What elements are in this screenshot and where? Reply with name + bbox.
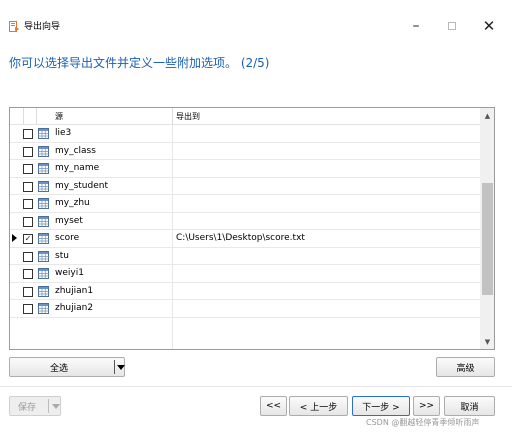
split-divider [48, 399, 49, 413]
table-icon [38, 128, 49, 139]
table-icon [38, 198, 49, 209]
table-row[interactable]: zhujian1 [10, 283, 480, 300]
advanced-button[interactable]: 高级 [436, 357, 495, 377]
row-checkbox[interactable] [23, 199, 33, 209]
row-checkbox[interactable] [23, 304, 33, 314]
select-all-button[interactable]: 全选 [9, 357, 125, 377]
table-row[interactable]: my_name [10, 160, 480, 178]
previous-step-button[interactable]: < 上一步 [289, 396, 348, 416]
first-step-button[interactable]: << [260, 396, 287, 416]
advanced-label: 高级 [456, 363, 475, 374]
table-icon [38, 268, 49, 279]
row-destination[interactable]: C:\Users\1\Desktop\score.txt [176, 233, 305, 244]
close-icon: ✕ [482, 17, 496, 35]
table-icon [38, 285, 49, 297]
table-row[interactable]: weiyi1 [10, 265, 480, 283]
row-source-name: stu [55, 250, 69, 261]
row-checkbox[interactable] [23, 181, 33, 192]
split-divider [114, 360, 115, 374]
vertical-scrollbar[interactable]: ▲ ▼ [480, 108, 494, 349]
row-checkbox[interactable] [23, 286, 33, 297]
row-source-name: lie3 [55, 128, 72, 138]
close-button[interactable]: ✕ [474, 14, 504, 38]
title-bar: 导出向导 – ✕ [0, 0, 512, 40]
last-step-button[interactable]: >> [413, 396, 440, 416]
scrollbar-thumb[interactable] [482, 183, 493, 295]
previous-step-label: < 上一步 [299, 402, 338, 413]
step-description: 你可以选择导出文件并定义一些附加选项。 (2/5) [9, 56, 270, 70]
header-divider[interactable] [172, 108, 173, 125]
chevron-up-icon: ▲ [484, 111, 491, 120]
row-source-name: score [55, 233, 80, 243]
table-row[interactable]: zhujian2 [10, 300, 480, 318]
dropdown-arrow-icon[interactable] [117, 365, 125, 370]
table-row[interactable]: ✓ score C:\Users\1\Desktop\score.txt [10, 230, 480, 248]
row-source-name: my_zhu [55, 198, 90, 208]
table-icon [38, 180, 49, 192]
row-source-name: my_student [55, 180, 108, 191]
table-row[interactable]: lie3 [10, 125, 480, 143]
watermark-text: CSDN @翻越轻停青季倾听雨声 [366, 418, 480, 427]
chevron-down-icon: ▼ [484, 337, 491, 346]
row-checkbox[interactable] [23, 146, 33, 157]
row-source-name: weiyi1 [55, 268, 84, 278]
window-title: 导出向导 [24, 22, 61, 32]
row-checkbox[interactable] [23, 216, 33, 227]
row-checkbox[interactable] [23, 269, 33, 279]
cancel-button[interactable]: 取消 [444, 396, 495, 416]
row-source-name: zhujian1 [55, 285, 94, 296]
row-source-name: myset [55, 215, 83, 226]
next-step-button[interactable]: 下一步 > [352, 396, 410, 416]
header-divider [36, 108, 37, 125]
table-row[interactable]: my_zhu [10, 195, 480, 213]
table-row[interactable]: stu [10, 248, 480, 265]
cancel-label: 取消 [460, 402, 479, 413]
table-icon [38, 250, 49, 262]
scroll-up-button[interactable]: ▲ [480, 108, 494, 123]
export-table: 源 导出到 lie3 my_class my_name my_student my_zh… [9, 107, 495, 350]
select-all-label: 全选 [49, 363, 68, 374]
row-checkbox[interactable] [23, 251, 33, 262]
save-button[interactable]: 保存 [9, 396, 61, 416]
minimize-button[interactable]: – [401, 14, 431, 38]
table-row[interactable]: myset [10, 213, 480, 230]
export-wizard-icon [9, 21, 20, 32]
dropdown-arrow-icon[interactable] [52, 404, 60, 409]
scroll-down-button[interactable]: ▼ [480, 334, 494, 349]
row-source-name: zhujian2 [55, 303, 94, 313]
footer-separator [0, 386, 512, 387]
table-icon [38, 163, 49, 174]
table-rows: lie3 my_class my_name my_student my_zhumyset… [10, 125, 480, 318]
row-source-name: my_name [55, 163, 100, 173]
table-icon [38, 215, 49, 227]
row-checkbox[interactable] [23, 129, 33, 139]
table-header: 源 导出到 [10, 108, 480, 125]
table-row[interactable]: my_student [10, 178, 480, 195]
maximize-icon [448, 22, 456, 30]
minimize-icon: – [412, 18, 420, 34]
table-icon [38, 145, 49, 157]
row-checkbox[interactable] [23, 164, 33, 174]
maximize-button [437, 14, 467, 38]
first-step-label: << [265, 401, 282, 411]
save-label: 保存 [17, 402, 36, 413]
header-divider [23, 108, 24, 125]
table-icon [38, 303, 49, 314]
next-step-label: 下一步 > [362, 402, 400, 413]
row-checkbox[interactable]: ✓ [23, 234, 33, 244]
last-step-label: >> [418, 401, 435, 411]
row-source-name: my_class [55, 145, 96, 156]
column-header-destination[interactable]: 导出到 [176, 111, 200, 122]
column-header-source[interactable]: 源 [55, 111, 63, 122]
current-row-indicator-icon [12, 234, 17, 242]
table-row[interactable]: my_class [10, 143, 480, 160]
table-icon [38, 233, 49, 244]
